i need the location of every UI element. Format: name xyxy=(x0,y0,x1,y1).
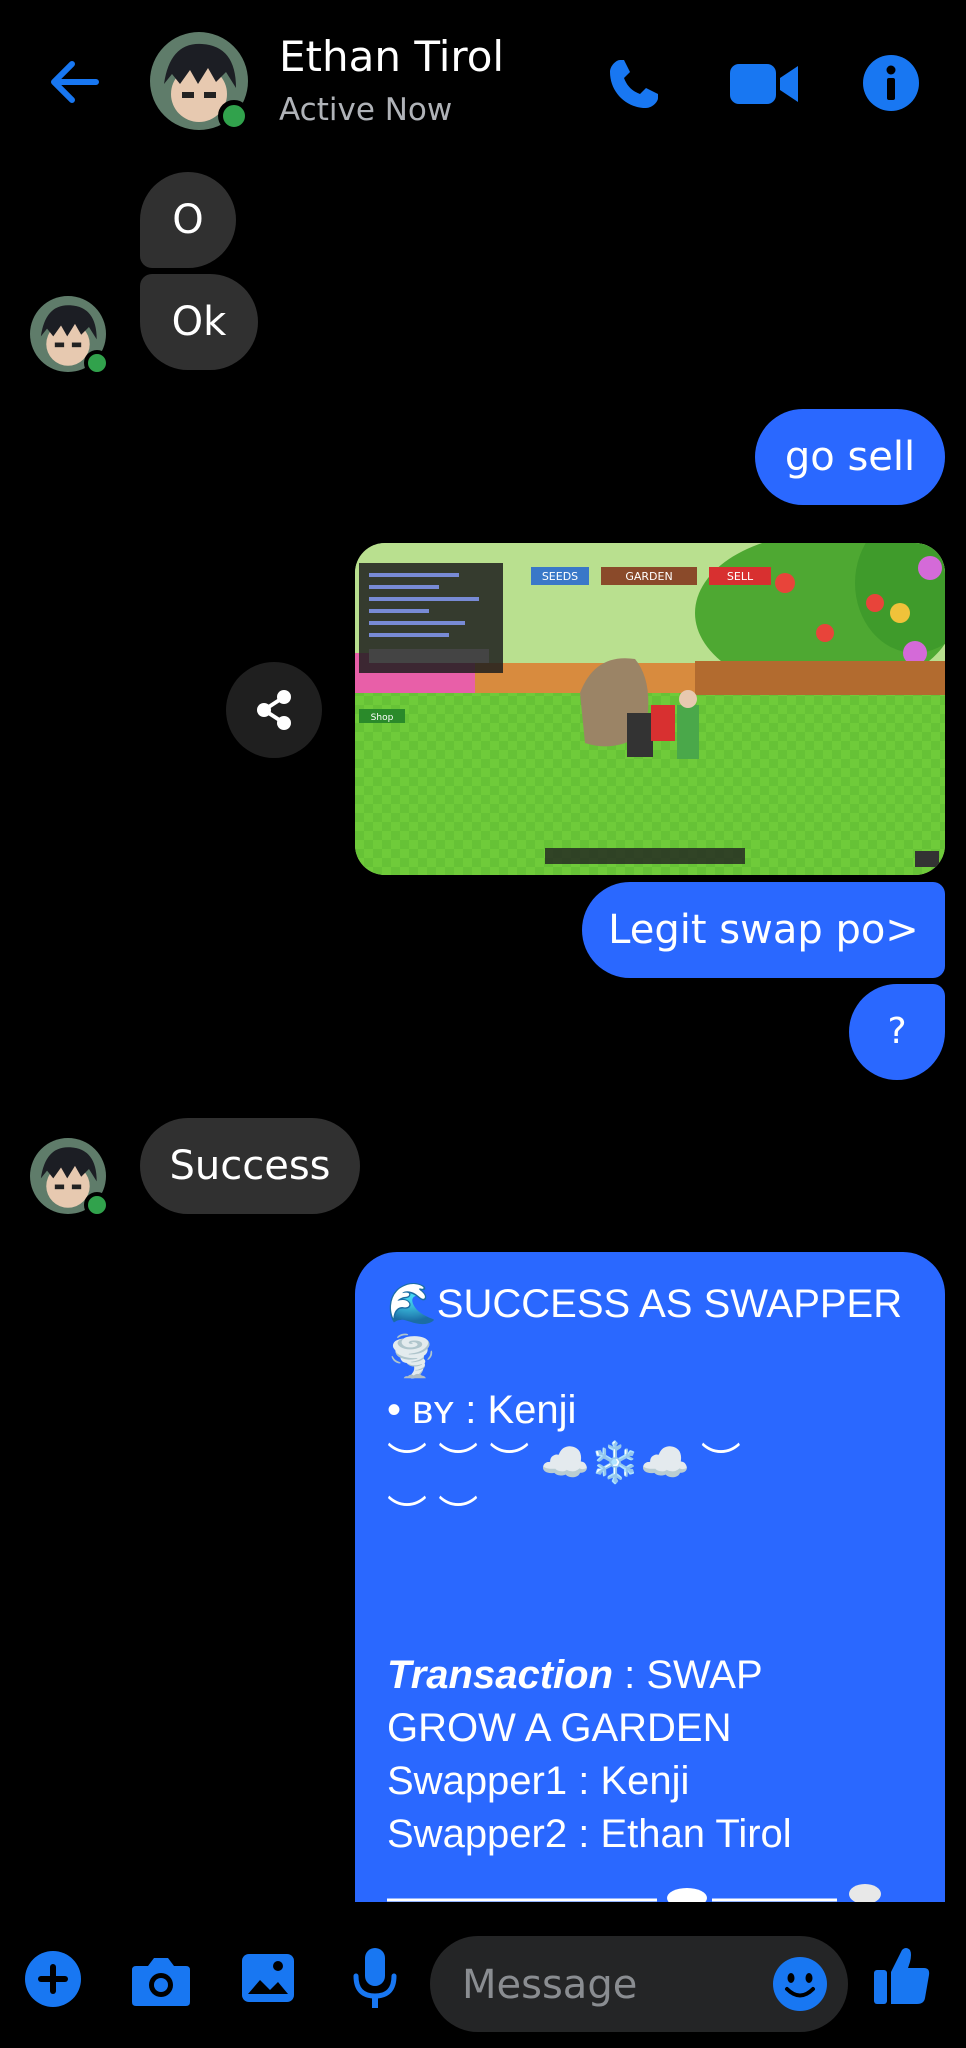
thumbs-up-icon xyxy=(874,1948,930,2004)
message-line: ︶ ︶ xyxy=(387,1494,479,1538)
message-line: • ʙʏ : Kenji xyxy=(387,1388,577,1432)
message-input[interactable]: Message xyxy=(430,1936,848,2032)
sender-avatar xyxy=(30,1138,110,1218)
share-icon xyxy=(257,690,291,730)
like-button[interactable] xyxy=(872,1944,932,2006)
divider-decoration xyxy=(387,1884,881,1902)
shop-label: Shop xyxy=(371,713,394,723)
outgoing-message[interactable]: Legit swap po> xyxy=(582,882,945,978)
incoming-message[interactable]: O xyxy=(140,172,236,268)
voice-button[interactable] xyxy=(352,1946,398,2012)
microphone-icon xyxy=(353,1948,397,2008)
message-placeholder: Message xyxy=(462,1962,638,2008)
call-button[interactable] xyxy=(604,54,664,114)
video-call-button[interactable] xyxy=(728,58,800,110)
info-icon xyxy=(863,55,919,111)
share-button[interactable] xyxy=(226,662,322,758)
message-text: Legit swap po> xyxy=(608,907,919,953)
garden-label: GARDEN xyxy=(625,570,672,583)
outgoing-message[interactable]: go sell xyxy=(755,409,945,505)
message-text: ? xyxy=(887,1011,907,1052)
info-button[interactable] xyxy=(862,54,920,112)
back-arrow-icon xyxy=(51,61,99,103)
plus-icon xyxy=(25,1951,81,2007)
camera-button[interactable] xyxy=(130,1952,192,2008)
outgoing-message[interactable]: ? xyxy=(849,984,945,1080)
message-line: Swapper2 : Ethan Tirol xyxy=(387,1812,792,1856)
gallery-button[interactable] xyxy=(240,1952,296,2004)
message-text: go sell xyxy=(784,434,916,480)
video-camera-icon xyxy=(730,64,798,104)
back-button[interactable] xyxy=(44,52,104,112)
image-attachment[interactable]: SEEDS GARDEN SELL Shop xyxy=(355,543,945,875)
message-text: Success xyxy=(169,1143,331,1189)
contact-avatar[interactable] xyxy=(150,32,250,132)
message-text: Ok xyxy=(171,299,227,345)
message-line: ︶ ︶ ︶ ☁️❄️☁️ ︶ xyxy=(387,1441,741,1485)
online-indicator xyxy=(218,100,250,132)
transaction-label: Transaction xyxy=(387,1653,613,1697)
online-indicator xyxy=(84,1192,110,1218)
camera-icon xyxy=(132,1958,190,2006)
outgoing-message-long[interactable]: 🌊SUCCESS AS SWAPPER 🌪️ • ʙʏ : Kenji ︶ ︶ … xyxy=(355,1252,945,1902)
game-screenshot: SEEDS GARDEN SELL Shop xyxy=(355,543,945,875)
active-status: Active Now xyxy=(279,92,453,128)
online-indicator xyxy=(84,350,110,376)
message-line: 🌪️ xyxy=(387,1335,437,1379)
seeds-label: SEEDS xyxy=(542,570,578,583)
contact-name[interactable]: Ethan Tirol xyxy=(279,32,504,81)
incoming-message[interactable]: Ok xyxy=(140,274,258,370)
message-line: GROW A GARDEN xyxy=(387,1706,732,1750)
emoji-icon xyxy=(773,1957,827,2011)
incoming-message[interactable]: Success xyxy=(140,1118,360,1214)
message-line: Transaction : SWAP xyxy=(387,1649,913,1702)
message-line xyxy=(387,1543,913,1649)
message-text: O xyxy=(172,197,204,243)
gallery-icon xyxy=(242,1954,294,2002)
sender-avatar xyxy=(30,296,110,376)
message-line: Swapper1 : Kenji xyxy=(387,1759,690,1803)
emoji-button[interactable] xyxy=(772,1956,828,2012)
sell-label: SELL xyxy=(727,570,754,583)
phone-icon xyxy=(610,60,658,108)
transaction-value: : SWAP xyxy=(613,1653,763,1697)
more-actions-button[interactable] xyxy=(24,1950,82,2008)
message-line: 🌊SUCCESS AS SWAPPER xyxy=(387,1282,903,1326)
